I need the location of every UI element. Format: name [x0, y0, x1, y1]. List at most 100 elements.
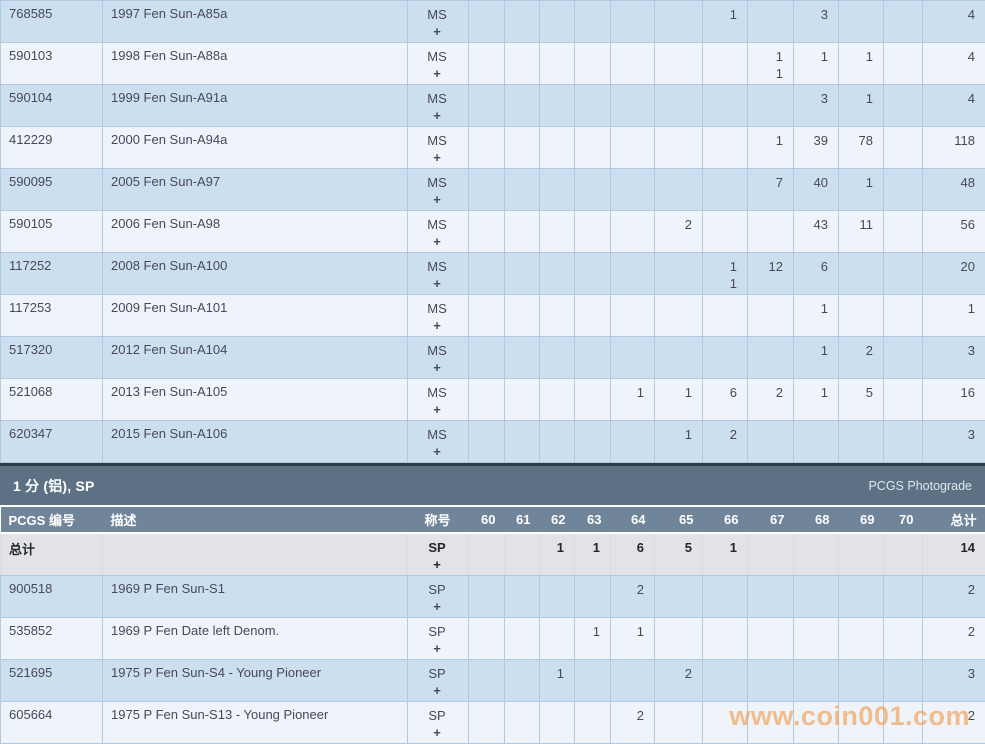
grade-62-cell	[540, 379, 575, 421]
grade-62-cell	[540, 576, 575, 618]
pcgs-number-link[interactable]: 521068	[1, 379, 103, 421]
grade-62-cell	[540, 43, 575, 85]
grade-68-cell: 1	[794, 295, 839, 337]
pcgs-number-link[interactable]: 412229	[1, 127, 103, 169]
pcgs-number-link[interactable]: 517320	[1, 337, 103, 379]
grade-70-cell	[884, 295, 923, 337]
designation-prefix: MS	[416, 132, 458, 149]
grade-64-cell	[611, 1, 655, 43]
pcgs-number-link[interactable]: 900518	[1, 576, 103, 618]
pcgs-number-link[interactable]: 590104	[1, 85, 103, 127]
pcgs-number-link[interactable]: 605664	[1, 702, 103, 744]
plus-designation: +	[416, 401, 458, 418]
grade-64-cell: 1	[611, 618, 655, 660]
grade-66-cell	[703, 702, 748, 744]
plus-designation: +	[416, 23, 458, 40]
grade-68-cell	[794, 421, 839, 463]
grade-63-cell	[575, 337, 611, 379]
grade-69-cell: 1	[839, 43, 884, 85]
table-row: 5901031998 Fen Sun-A88aMS+1 1114	[1, 43, 985, 85]
grade-69-cell	[839, 702, 884, 744]
grade-66-cell: 1	[703, 1, 748, 43]
col-header-grade-66: 66	[703, 507, 748, 533]
grade-67-cell: 7	[748, 169, 794, 211]
plus-designation: +	[416, 65, 458, 82]
col-header-description: 描述	[103, 507, 408, 533]
row-total-cell: 48	[923, 169, 985, 211]
table-row: 5216951975 P Fen Sun-S4 - Young PioneerS…	[1, 660, 985, 702]
designation-prefix: MS	[416, 216, 458, 233]
pcgs-number-link[interactable]: 590105	[1, 211, 103, 253]
grade-68-cell: 6	[794, 253, 839, 295]
grade-69-cell	[839, 660, 884, 702]
totals-label: 总计	[1, 533, 103, 576]
designation-prefix: MS	[416, 426, 458, 443]
designation-cell: MS+	[408, 169, 469, 211]
col-header-grade-60: 60	[469, 507, 505, 533]
grade-60-cell	[469, 169, 505, 211]
col-header-grade-67: 67	[748, 507, 794, 533]
grade-65-cell: 1	[655, 379, 703, 421]
grade-62-cell	[540, 421, 575, 463]
row-total-cell: 3	[923, 660, 985, 702]
grade-63-cell	[575, 169, 611, 211]
pcgs-number-link[interactable]: 590103	[1, 43, 103, 85]
designation-prefix: SP	[416, 665, 458, 682]
pcgs-number-link[interactable]: 590095	[1, 169, 103, 211]
grade-68-cell: 1	[794, 379, 839, 421]
grade-67-cell	[748, 337, 794, 379]
grade-65-cell	[655, 127, 703, 169]
row-total-cell: 2	[923, 576, 985, 618]
designation-cell: MS+	[408, 379, 469, 421]
pcgs-number-link[interactable]: 521695	[1, 660, 103, 702]
grade-60-cell	[469, 421, 505, 463]
pcgs-number-link[interactable]: 117253	[1, 295, 103, 337]
pcgs-number-link[interactable]: 117252	[1, 253, 103, 295]
section-title: 1 分 (铝), SP	[13, 476, 95, 496]
col-header-grade-62: 62	[540, 507, 575, 533]
coin-description: 2009 Fen Sun-A101	[103, 295, 408, 337]
grade-63-cell	[575, 576, 611, 618]
row-total-cell: 14	[923, 533, 985, 576]
grade-62-cell	[540, 337, 575, 379]
grade-60-cell	[469, 379, 505, 421]
grade-67-cell: 2	[748, 379, 794, 421]
grade-65-cell	[655, 85, 703, 127]
coin-description: 2013 Fen Sun-A105	[103, 379, 408, 421]
pcgs-number-link[interactable]: 768585	[1, 1, 103, 43]
grade-60-cell	[469, 337, 505, 379]
col-header-grade-61: 61	[505, 507, 540, 533]
grade-65-cell: 5	[655, 533, 703, 576]
grade-68-cell: 1	[794, 337, 839, 379]
pcgs-number-link[interactable]: 535852	[1, 618, 103, 660]
col-header-total: 总计	[923, 507, 985, 533]
grade-68-cell	[794, 533, 839, 576]
designation-prefix: MS	[416, 6, 458, 23]
grade-67-cell	[748, 660, 794, 702]
plus-designation: +	[416, 275, 458, 292]
grade-67-cell	[748, 211, 794, 253]
grade-63-cell	[575, 379, 611, 421]
grade-69-cell	[839, 253, 884, 295]
grade-67-cell	[748, 702, 794, 744]
grade-65-cell	[655, 169, 703, 211]
grade-61-cell	[505, 421, 540, 463]
pcgs-number-link[interactable]: 620347	[1, 421, 103, 463]
table-row: 1172522008 Fen Sun-A100MS+1 112620	[1, 253, 985, 295]
grade-66-cell	[703, 127, 748, 169]
grade-61-cell	[505, 379, 540, 421]
coin-description: 1969 P Fen Sun-S1	[103, 576, 408, 618]
grade-68-cell	[794, 618, 839, 660]
plus-designation: +	[416, 556, 458, 573]
photograde-link[interactable]: PCGS Photograde	[868, 479, 972, 493]
table-row: 5900952005 Fen Sun-A97MS+740148	[1, 169, 985, 211]
row-total-cell: 16	[923, 379, 985, 421]
plus-designation: +	[416, 107, 458, 124]
grade-65-cell: 1	[655, 421, 703, 463]
grade-66-cell	[703, 337, 748, 379]
grade-68-cell: 1	[794, 43, 839, 85]
grade-63-cell: 1	[575, 618, 611, 660]
grade-65-cell	[655, 618, 703, 660]
grade-67-cell	[748, 421, 794, 463]
grade-60-cell	[469, 660, 505, 702]
